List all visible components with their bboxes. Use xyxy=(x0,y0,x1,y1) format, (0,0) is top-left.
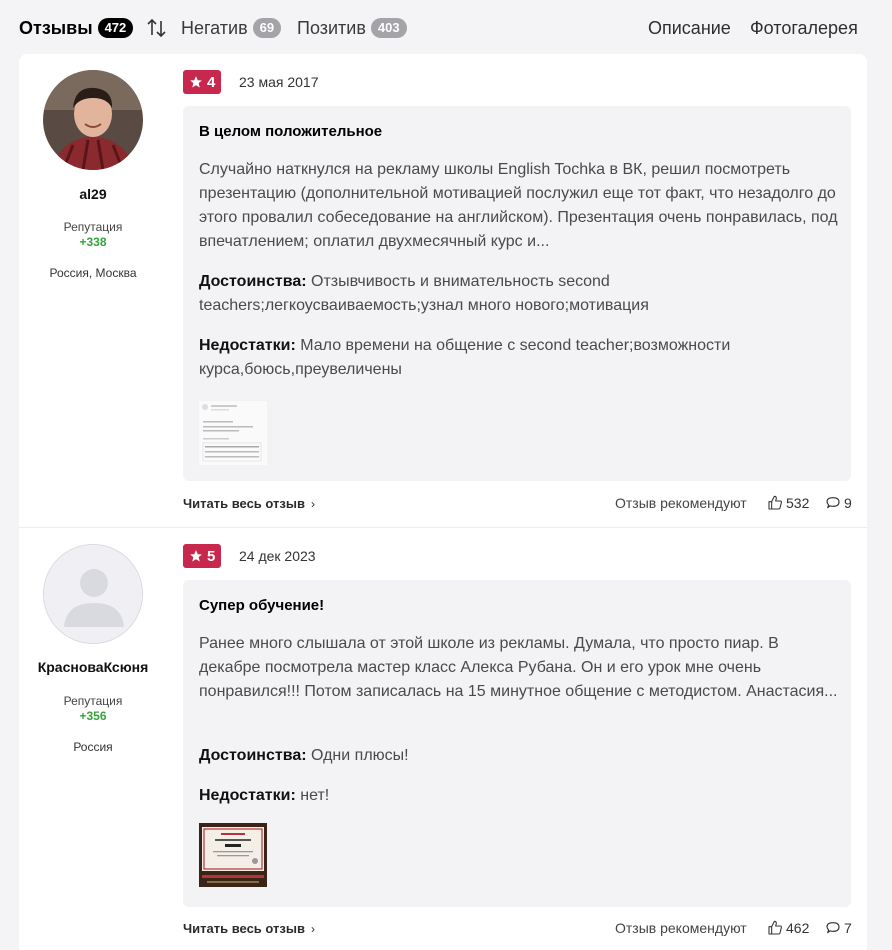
pros-text: Одни плюсы! xyxy=(311,747,409,764)
avatar[interactable] xyxy=(43,544,143,644)
tab-positive-count: 403 xyxy=(370,18,407,38)
review-body[interactable]: Супер обучение! Ранее много слышала от э… xyxy=(183,580,851,907)
review-title[interactable]: Супер обучение! xyxy=(199,597,324,614)
rating-badge: 4 xyxy=(183,70,222,94)
pros-label: Достоинства: xyxy=(199,273,307,290)
tab-reviews[interactable]: Отзывы 472 xyxy=(19,16,134,40)
review-date: 24 дек 2023 xyxy=(239,548,316,564)
review-cons: Недостатки: нет! xyxy=(199,784,839,808)
tab-gallery[interactable]: Фотогалерея xyxy=(750,16,858,40)
rating-badge: 5 xyxy=(183,544,222,568)
star-icon xyxy=(190,76,202,88)
reputation-value: +356 xyxy=(79,709,107,723)
sort-arrows-icon[interactable] xyxy=(146,16,168,40)
review-date: 23 мая 2017 xyxy=(239,74,319,90)
read-full-review-link[interactable]: Читать весь отзыв › xyxy=(183,496,315,511)
comment-icon xyxy=(826,497,840,509)
like-count: 462 xyxy=(786,920,810,936)
star-icon xyxy=(190,550,202,562)
cons-label: Недостатки: xyxy=(199,337,296,354)
recommend-label: Отзыв рекомендуют xyxy=(615,920,747,936)
thumbs-up-icon xyxy=(768,920,782,935)
review-photo-thumbnail[interactable] xyxy=(199,401,267,465)
cons-text: нет! xyxy=(300,787,330,804)
user-location: Россия xyxy=(73,740,113,754)
review-title[interactable]: В целом положительное xyxy=(199,123,382,140)
read-full-review-label: Читать весь отзыв xyxy=(183,921,305,936)
tab-negative-count: 69 xyxy=(252,18,282,38)
tab-description[interactable]: Описание xyxy=(648,16,731,40)
review-pros: Достоинства: Отзывчивость и внимательнос… xyxy=(199,270,839,318)
review-text: Ранее много слышала от этой школе из рек… xyxy=(199,635,838,700)
reputation-value: +338 xyxy=(79,235,107,249)
comment-icon xyxy=(826,922,840,934)
rating-value: 4 xyxy=(207,73,216,91)
comments-button[interactable]: 9 xyxy=(825,495,852,511)
like-button[interactable]: 532 xyxy=(767,495,809,511)
comments-button[interactable]: 7 xyxy=(825,920,852,936)
read-full-review-label: Читать весь отзыв xyxy=(183,496,305,511)
review-tabs: Отзывы 472 Негатив 69 Позитив 403 Описан… xyxy=(0,0,892,54)
reputation-label: Репутация xyxy=(63,694,123,708)
review-body[interactable]: В целом положительное Случайно наткнулся… xyxy=(183,106,851,481)
chevron-right-icon: › xyxy=(310,497,315,511)
rating-value: 5 xyxy=(207,547,216,565)
reputation-label: Репутация xyxy=(63,220,123,234)
read-full-review-link[interactable]: Читать весь отзыв › xyxy=(183,921,315,936)
chevron-right-icon: › xyxy=(310,922,315,936)
review-divider xyxy=(19,527,867,528)
thumbs-up-icon xyxy=(768,495,782,510)
review-cons: Недостатки: Мало времени на общение с se… xyxy=(199,334,839,382)
user-location: Россия, Москва xyxy=(49,266,137,280)
tab-reviews-label: Отзывы xyxy=(19,18,93,38)
tab-positive[interactable]: Позитив 403 xyxy=(297,16,407,40)
tab-positive-label: Позитив xyxy=(297,18,366,38)
tab-negative-label: Негатив xyxy=(181,18,248,38)
avatar[interactable] xyxy=(43,70,143,170)
username[interactable]: КрасноваКсюня xyxy=(19,659,167,675)
comment-count: 9 xyxy=(844,495,852,511)
recommend-label: Отзыв рекомендуют xyxy=(615,495,747,511)
cons-label: Недостатки: xyxy=(199,787,296,804)
review-photo-thumbnail[interactable] xyxy=(199,823,267,887)
comment-count: 7 xyxy=(844,920,852,936)
pros-label: Достоинства: xyxy=(199,747,307,764)
tab-negative[interactable]: Негатив 69 xyxy=(181,16,282,40)
review-text: Случайно наткнулся на рекламу школы Engl… xyxy=(199,161,838,250)
reviews-card: al29 Репутация +338 Россия, Москва 4 23 … xyxy=(19,54,867,950)
review-pros: Достоинства: Одни плюсы! xyxy=(199,744,839,768)
like-count: 532 xyxy=(786,495,810,511)
username[interactable]: al29 xyxy=(19,186,167,202)
tab-reviews-count: 472 xyxy=(97,18,134,38)
like-button[interactable]: 462 xyxy=(767,920,809,936)
